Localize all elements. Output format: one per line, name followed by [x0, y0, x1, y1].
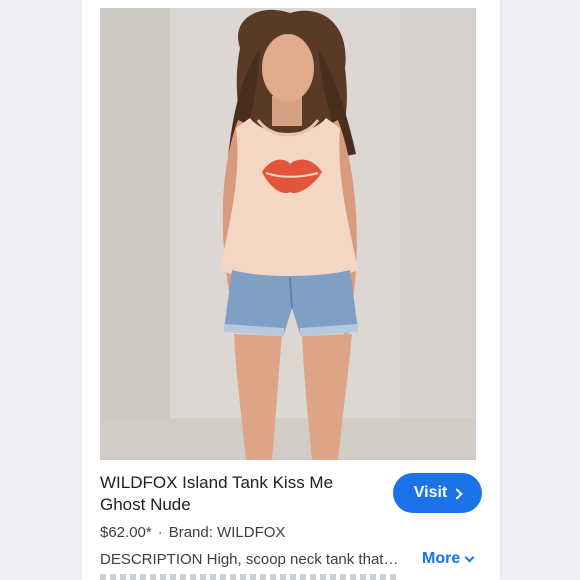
product-title[interactable]: WILDFOX Island Tank Kiss Me Ghost Nude	[100, 472, 380, 516]
visit-button[interactable]: Visit	[393, 473, 482, 513]
brand: Brand: WILDFOX	[168, 524, 286, 541]
product-title-line1[interactable]: WILDFOX Island Tank Kiss Me	[100, 472, 380, 494]
chevron-right-icon	[451, 487, 463, 500]
product-image-frame[interactable]	[82, 8, 500, 460]
visit-button-label: Visit	[413, 484, 448, 501]
product-card: WILDFOX Island Tank Kiss Me Ghost Nude V…	[82, 0, 500, 580]
model-illustration	[100, 8, 476, 460]
product-photo[interactable]	[100, 8, 476, 460]
separator-dot: ·	[157, 524, 163, 541]
more-button-label: More	[422, 550, 461, 567]
product-description: DESCRIPTION High, scoop neck tank that…	[100, 551, 399, 568]
truncated-text-line	[100, 574, 400, 580]
chevron-down-icon	[464, 552, 475, 562]
more-button[interactable]: More	[422, 550, 475, 568]
price: $62.00*	[100, 524, 152, 541]
product-title-line2[interactable]: Ghost Nude	[100, 494, 380, 516]
product-meta: $62.00* · Brand: WILDFOX	[100, 524, 285, 541]
